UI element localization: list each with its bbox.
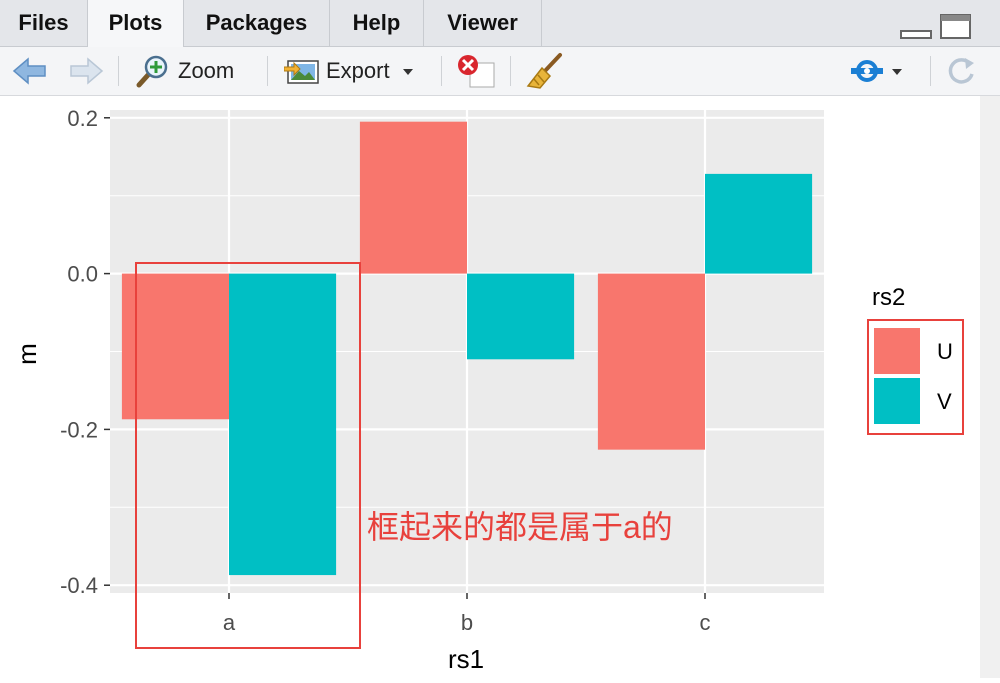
annotation-text: 框起来的都是属于a的 — [367, 509, 673, 545]
chevron-down-icon — [892, 69, 902, 75]
chevron-down-icon — [402, 69, 413, 75]
plots-toolbar: Zoom Export — [0, 47, 1000, 96]
toolbar-divider — [118, 56, 119, 86]
broom-icon — [526, 53, 562, 89]
export-image-icon — [284, 60, 319, 84]
bar-chart: 0.2 0.0 -0.2 -0.4 a b c m rs1 rs2 UV 框起来的都是属于… — [12, 106, 964, 674]
legend-title: rs2 — [872, 284, 905, 311]
publish-button[interactable] — [848, 47, 908, 95]
bar-a-U — [121, 273, 229, 420]
maximize-pane-icon[interactable] — [940, 14, 972, 40]
export-button[interactable]: Export — [284, 47, 418, 95]
y-tick-label: -0.4 — [60, 573, 98, 598]
legend-key-V — [874, 378, 920, 424]
y-tick-label: -0.2 — [60, 417, 98, 442]
bar-b-V — [467, 273, 575, 360]
bar-c-V — [705, 173, 813, 274]
zoom-icon — [136, 55, 168, 88]
y-tick-label: 0.0 — [67, 262, 98, 287]
bar-b-U — [359, 121, 467, 274]
zoom-label: Zoom — [178, 58, 235, 83]
legend-key-U — [874, 328, 920, 374]
legend-label-V: V — [937, 389, 952, 414]
bar-a-V — [229, 273, 337, 576]
tab-files[interactable]: Files — [0, 0, 88, 46]
minimize-pane-icon[interactable] — [900, 18, 932, 40]
toolbar-divider — [930, 56, 931, 86]
toolbar-divider — [510, 56, 511, 86]
y-tick-label: 0.2 — [67, 106, 98, 131]
export-label: Export — [326, 58, 390, 83]
vertical-scrollbar[interactable] — [980, 96, 1000, 678]
tab-help[interactable]: Help — [330, 0, 424, 46]
clear-all-button[interactable] — [526, 47, 564, 95]
tab-viewer[interactable]: Viewer — [424, 0, 542, 46]
zoom-button[interactable]: Zoom — [136, 47, 234, 95]
x-tick-label: b — [461, 610, 473, 635]
bar-c-U — [597, 273, 705, 450]
publish-icon — [851, 60, 883, 82]
x-axis-title: rs1 — [448, 644, 484, 674]
y-axis-title: m — [12, 343, 42, 365]
refresh-button[interactable] — [944, 47, 978, 95]
x-tick-label: a — [223, 610, 236, 635]
refresh-icon — [948, 58, 974, 84]
x-tick-label: c — [700, 610, 711, 635]
remove-plot-button[interactable] — [456, 47, 496, 95]
tab-plots[interactable]: Plots — [88, 0, 184, 47]
remove-plot-icon — [458, 55, 495, 88]
plot-viewer: 0.2 0.0 -0.2 -0.4 a b c m rs1 rs2 UV 框起来的都是属于… — [0, 96, 1000, 678]
pane-tab-bar: Files Plots Packages Help Viewer — [0, 0, 1000, 47]
back-button[interactable] — [12, 47, 48, 95]
tab-packages[interactable]: Packages — [184, 0, 330, 46]
toolbar-divider — [441, 56, 442, 86]
toolbar-divider — [267, 56, 268, 86]
arrow-right-icon — [70, 57, 104, 85]
arrow-left-icon — [12, 57, 46, 85]
forward-button[interactable] — [68, 47, 104, 95]
legend-label-U: U — [937, 339, 953, 364]
